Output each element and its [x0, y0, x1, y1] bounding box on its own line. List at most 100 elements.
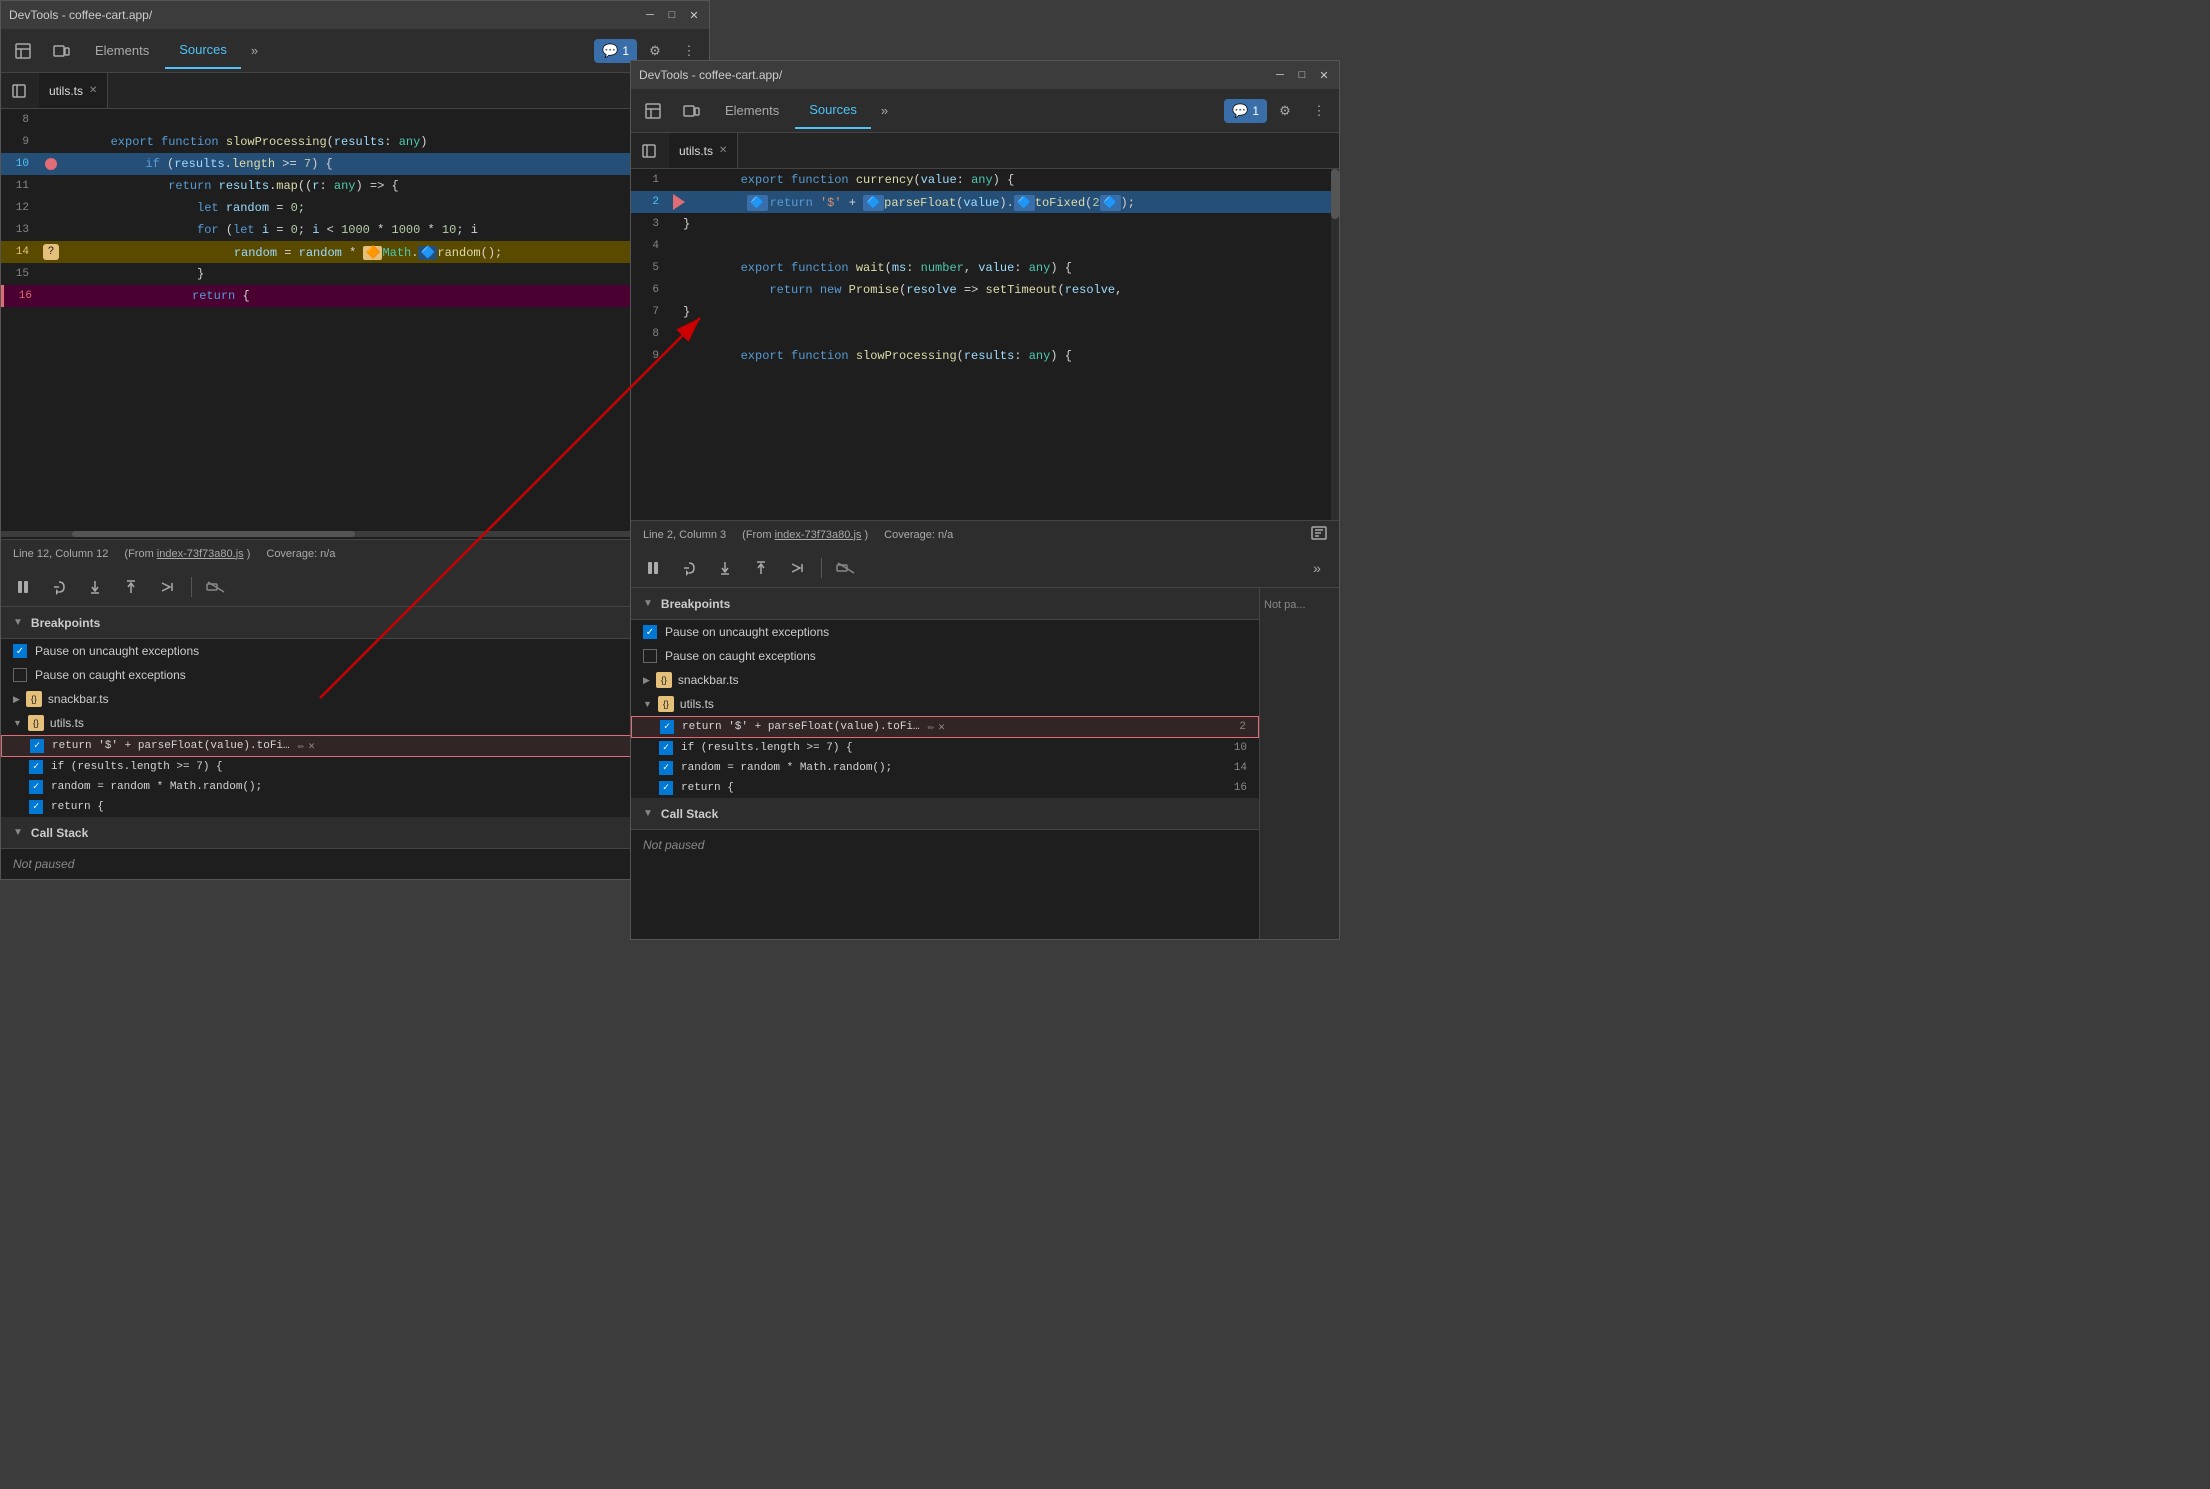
panel-more-btn-2[interactable]: »	[1303, 554, 1331, 582]
edit-icon-2[interactable]: ✏	[928, 720, 935, 734]
pause-uncaught-cb-1[interactable]	[13, 644, 27, 658]
tab-elements-2[interactable]: Elements	[711, 93, 793, 129]
console-badge-1[interactable]: 💬 1	[594, 39, 637, 63]
close-btn-2[interactable]: ✕	[1317, 68, 1331, 82]
pause-uncaught-cb-2[interactable]	[643, 625, 657, 639]
tab-elements-1[interactable]: Elements	[81, 33, 163, 69]
bp-entry-cb-2-3[interactable]	[659, 761, 673, 775]
title-2: DevTools - coffee-cart.app/	[639, 68, 782, 82]
breakpoints-header-1[interactable]: ▼ Breakpoints	[1, 607, 709, 639]
pause-caught-2[interactable]: Pause on caught exceptions	[631, 644, 1259, 668]
pause-caught-1[interactable]: Pause on caught exceptions	[1, 663, 709, 687]
file-tab-close-2[interactable]: ✕	[719, 145, 727, 156]
restore-btn-1[interactable]: □	[665, 8, 679, 22]
bp-entry-results-2[interactable]: if (results.length >= 7) { 10	[631, 738, 1259, 758]
bp-entry-returnobj-1[interactable]: return { 16	[1, 797, 709, 817]
device-icon-1[interactable]	[43, 33, 79, 69]
coverage-icon-2[interactable]	[1311, 526, 1327, 543]
bp-file-snackbar-2[interactable]: ▶ {} snackbar.ts	[631, 668, 1259, 692]
cs-collapse-arrow-2: ▼	[643, 808, 653, 819]
title-1: DevTools - coffee-cart.app/	[9, 8, 152, 22]
file-tab-utils-2[interactable]: utils.ts ✕	[669, 133, 738, 168]
minimize-btn-1[interactable]: ─	[643, 8, 657, 22]
tab-more-1[interactable]: »	[243, 37, 266, 64]
pause-uncaught-2[interactable]: Pause on uncaught exceptions	[631, 620, 1259, 644]
bp-edit-icons-2: ✏ ✕	[928, 720, 945, 734]
bp-file-utils-1[interactable]: ▼ {} utils.ts	[1, 711, 709, 735]
bp-entry-returnobj-2[interactable]: return { 16	[631, 778, 1259, 798]
code-line-2-6: 6 return new Promise(resolve => setTimeo…	[631, 279, 1339, 301]
callstack-header-1[interactable]: ▼ Call Stack	[1, 817, 709, 849]
bp-entry-cb-4[interactable]	[29, 800, 43, 814]
edit-icon-1[interactable]: ✏	[298, 739, 305, 753]
sidebar-toggle-2[interactable]	[635, 137, 663, 165]
more-btn-2[interactable]: ⋮	[1303, 95, 1335, 127]
file-tab-name-2: utils.ts	[679, 144, 713, 158]
close-btn-1[interactable]: ✕	[687, 8, 701, 22]
pause-uncaught-1[interactable]: Pause on uncaught exceptions	[1, 639, 709, 663]
breakpoints-header-2[interactable]: ▼ Breakpoints	[631, 588, 1259, 620]
inspect-icon-2[interactable]	[635, 93, 671, 129]
inspect-icon-1[interactable]	[5, 33, 41, 69]
settings-btn-2[interactable]: ⚙	[1269, 95, 1301, 127]
no-breakpoints-btn-1[interactable]	[202, 573, 230, 601]
tab-sources-1[interactable]: Sources	[165, 33, 241, 69]
step-into-btn-1[interactable]	[81, 573, 109, 601]
bp-entry-cb-3[interactable]	[29, 780, 43, 794]
bp-file-utils-2[interactable]: ▼ {} utils.ts	[631, 692, 1259, 716]
pause-btn-2[interactable]	[639, 554, 667, 582]
window-controls-1: ─ □ ✕	[643, 8, 701, 22]
bp-entry-return-currency-2[interactable]: return '$' + parseFloat(value).toFi… ✏ ✕…	[631, 716, 1259, 738]
continue-btn-1[interactable]	[153, 573, 181, 601]
tab-more-2[interactable]: »	[873, 97, 896, 124]
bp-entry-cb-2-4[interactable]	[659, 781, 673, 795]
file-tab-utils-1[interactable]: utils.ts ✕	[39, 73, 108, 108]
bp-entry-cb-2-1[interactable]	[660, 720, 674, 734]
bp-entry-code-2-1: return '$' + parseFloat(value).toFi…	[682, 721, 920, 733]
restore-btn-2[interactable]: □	[1295, 68, 1309, 82]
bp-entry-cb-2[interactable]	[29, 760, 43, 774]
pause-uncaught-label-1: Pause on uncaught exceptions	[35, 644, 199, 658]
titlebar-1: DevTools - coffee-cart.app/ ─ □ ✕	[1, 1, 709, 29]
device-icon-2[interactable]	[673, 93, 709, 129]
utils-file-icon-2: {}	[658, 696, 674, 712]
pause-caught-cb-2[interactable]	[643, 649, 657, 663]
file-tab-close-1[interactable]: ✕	[89, 85, 97, 96]
debugger-toolbar-1	[1, 567, 709, 607]
bp-entry-cb-2-2[interactable]	[659, 741, 673, 755]
step-over-btn-1[interactable]	[45, 573, 73, 601]
breakpoints-label-1: Breakpoints	[31, 616, 100, 630]
bp-entry-random-2[interactable]: random = random * Math.random(); 14	[631, 758, 1259, 778]
bp-entry-code-2-2: if (results.length >= 7) {	[681, 742, 853, 754]
step-out-btn-1[interactable]	[117, 573, 145, 601]
step-out-btn-2[interactable]	[747, 554, 775, 582]
toolbar-sep-1	[191, 577, 192, 597]
bp-line-num-2-2: 10	[1234, 742, 1247, 754]
source-link-2[interactable]: index-73f73a80.js	[775, 529, 862, 541]
cursor-position-1: Line 12, Column 12	[13, 548, 108, 560]
no-breakpoints-btn-2[interactable]	[832, 554, 860, 582]
bp-file-snackbar-1[interactable]: ▶ {} snackbar.ts	[1, 687, 709, 711]
pause-caught-cb-1[interactable]	[13, 668, 27, 682]
delete-icon-1[interactable]: ✕	[308, 739, 315, 753]
step-into-btn-2[interactable]	[711, 554, 739, 582]
pause-btn-1[interactable]	[9, 573, 37, 601]
delete-icon-2[interactable]: ✕	[938, 720, 945, 734]
source-link-1[interactable]: index-73f73a80.js	[157, 548, 244, 560]
step-over-btn-2[interactable]	[675, 554, 703, 582]
callstack-header-2[interactable]: ▼ Call Stack	[631, 798, 1259, 830]
not-paused-text-1: Not paused	[1, 849, 709, 879]
bp-entry-results-1[interactable]: if (results.length >= 7) { 10	[1, 757, 709, 777]
tab-sources-2[interactable]: Sources	[795, 93, 871, 129]
callstack-label-2: Call Stack	[661, 807, 718, 821]
bp-line-num-2-1: 2	[1239, 721, 1246, 733]
bp-entry-random-1[interactable]: random = random * Math.random(); 14	[1, 777, 709, 797]
console-icon-1: 💬	[602, 43, 618, 59]
minimize-btn-2[interactable]: ─	[1273, 68, 1287, 82]
bp-entry-cb-1[interactable]	[30, 739, 44, 753]
sidebar-toggle-1[interactable]	[5, 77, 33, 105]
continue-btn-2[interactable]	[783, 554, 811, 582]
bp-line-num-2-3: 14	[1234, 762, 1247, 774]
console-badge-2[interactable]: 💬 1	[1224, 99, 1267, 123]
bp-entry-return-currency-1[interactable]: return '$' + parseFloat(value).toFi… ✏ ✕…	[1, 735, 709, 757]
